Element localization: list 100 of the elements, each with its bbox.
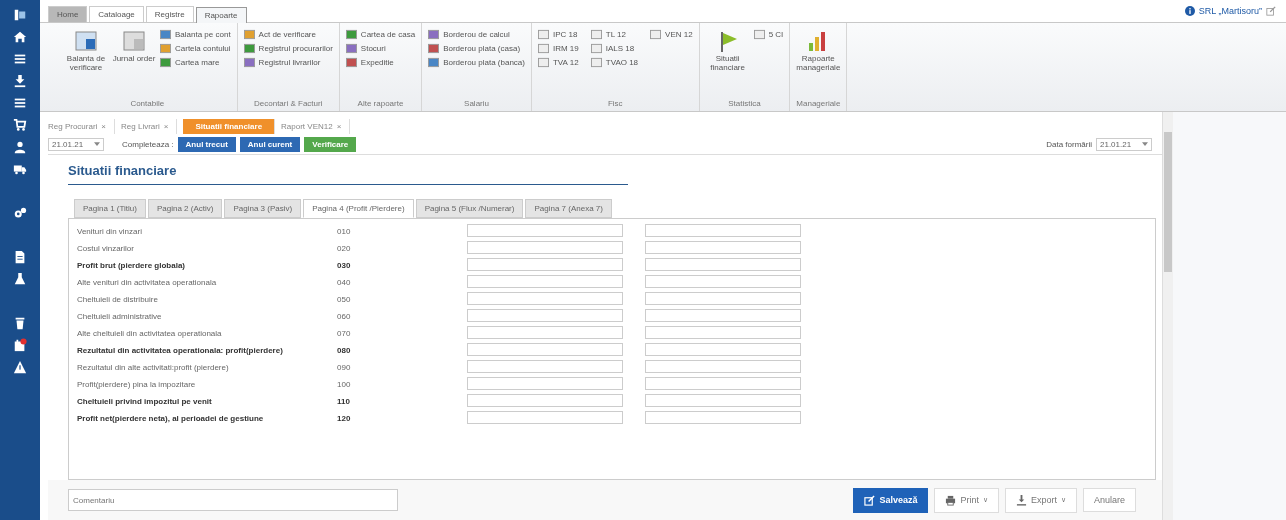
cart-icon[interactable] xyxy=(13,118,27,132)
period-dropdown[interactable]: 21.01.21 xyxy=(48,137,104,151)
input-field[interactable] xyxy=(467,292,623,305)
footer-button[interactable]: Anulare xyxy=(1082,488,1136,512)
ribbon-button[interactable]: TL 12 xyxy=(590,29,639,40)
input-field[interactable] xyxy=(467,343,623,356)
ribbon-button[interactable]: Cartela contului xyxy=(160,43,231,54)
table-icon xyxy=(74,29,98,53)
gears-icon[interactable] xyxy=(13,206,27,220)
input-field[interactable] xyxy=(467,394,623,407)
date-dropdown[interactable]: 21.01.21 xyxy=(1096,137,1152,151)
input-field[interactable] xyxy=(645,326,801,339)
report-icon xyxy=(243,29,255,40)
input-field[interactable] xyxy=(645,241,801,254)
input-field[interactable] xyxy=(645,309,801,322)
report-icon xyxy=(243,43,255,54)
info-icon[interactable] xyxy=(1184,6,1195,16)
save-button[interactable]: Salvează xyxy=(853,487,929,513)
menu-tab[interactable]: Cataloage xyxy=(89,6,144,22)
logo-icon[interactable] xyxy=(13,8,27,22)
menu-tab[interactable]: Rapoarte xyxy=(195,7,247,23)
row-label: Venituri din vinzari xyxy=(77,226,143,236)
ribbon-button[interactable]: IPC 18 xyxy=(537,29,579,40)
document-tab[interactable]: Reg Procurari × xyxy=(48,119,116,134)
ribbon-button[interactable]: Cartea mare xyxy=(160,57,231,68)
input-field[interactable] xyxy=(645,343,801,356)
input-field[interactable] xyxy=(645,377,801,390)
person-icon[interactable] xyxy=(13,140,27,154)
document-tab[interactable]: Reg Livrari × xyxy=(121,119,178,134)
document-icon[interactable] xyxy=(13,250,27,264)
page-tab[interactable]: Pagina 3 (Pasiv) xyxy=(224,199,302,218)
page-tab[interactable]: Pagina 1 (Titlu) xyxy=(74,199,146,218)
edit-icon[interactable] xyxy=(1266,6,1276,16)
scrollbar[interactable] xyxy=(1162,112,1173,520)
input-field[interactable] xyxy=(645,360,801,373)
input-field[interactable] xyxy=(645,224,801,237)
input-field[interactable] xyxy=(467,411,623,424)
ribbon-button[interactable]: Cartea de casa xyxy=(345,29,416,40)
download-icon[interactable] xyxy=(13,74,27,88)
list-icon[interactable] xyxy=(13,96,27,110)
ribbon-button[interactable]: Borderou plata (banca) xyxy=(428,57,525,68)
ribbon-button[interactable]: Stocuri xyxy=(345,43,416,54)
ribbon-button[interactable]: Registrul procurarilor xyxy=(243,43,333,54)
warning-icon[interactable] xyxy=(13,360,27,374)
form-icon xyxy=(590,43,602,54)
input-field[interactable] xyxy=(645,394,801,407)
menu-tab[interactable]: Registre xyxy=(145,6,194,22)
report-icon xyxy=(428,43,440,54)
ribbon-button[interactable]: Registrul livrarilor xyxy=(243,57,333,68)
page-tab[interactable]: Pagina 2 (Activ) xyxy=(147,199,223,218)
calendar-icon[interactable] xyxy=(13,338,27,352)
ribbon-button[interactable]: IALS 18 xyxy=(590,43,639,54)
ribbon-button[interactable]: Expeditie xyxy=(345,57,416,68)
row-label: Cheltuieli administrative xyxy=(77,311,163,321)
list-icon[interactable] xyxy=(13,52,27,66)
page-tab[interactable]: Pagina 7 (Anexa 7) xyxy=(525,199,612,218)
report-icon xyxy=(160,43,171,54)
ribbon-button[interactable]: 5 CI xyxy=(753,29,784,40)
row-code: 050 xyxy=(336,294,352,304)
fill-label: Completeaza : xyxy=(122,139,174,149)
home-icon[interactable] xyxy=(13,30,27,44)
input-field[interactable] xyxy=(467,360,623,373)
form-icon xyxy=(650,29,662,40)
ribbon-button[interactable]: IRM 19 xyxy=(537,43,579,54)
row-label: Cheltuieli de distribuire xyxy=(77,294,159,304)
ribbon-button[interactable]: TVA 12 xyxy=(537,57,579,68)
ribbon-button[interactable]: Borderou plata (casa) xyxy=(428,43,525,54)
ribbon-button[interactable]: Rapoarte manageriale xyxy=(796,29,841,97)
comment-field[interactable]: Comentariu xyxy=(68,489,398,511)
input-field[interactable] xyxy=(645,258,801,271)
input-field[interactable] xyxy=(467,377,623,390)
company-name[interactable]: SRL „Martisoru” xyxy=(1198,6,1262,16)
input-field[interactable] xyxy=(645,292,801,305)
input-field[interactable] xyxy=(645,411,801,424)
row-label: Cheltuieli privind impozitul pe venit xyxy=(77,396,213,406)
toolbar-button[interactable]: Anul trecut xyxy=(177,136,236,152)
input-field[interactable] xyxy=(467,309,623,322)
ribbon-button[interactable]: Balanta pe cont xyxy=(160,29,231,40)
ribbon-button[interactable]: VEN 12 xyxy=(650,29,693,40)
input-field[interactable] xyxy=(467,326,623,339)
ribbon-button[interactable]: Balanta de verificare xyxy=(64,29,108,97)
trash-icon[interactable] xyxy=(13,316,27,330)
document-tab[interactable]: Raport VEN12 × xyxy=(281,119,351,134)
input-field[interactable] xyxy=(645,275,801,288)
caret-icon xyxy=(1142,142,1148,146)
ribbon-button[interactable]: Jurnal order xyxy=(112,29,156,97)
ribbon-button[interactable]: Borderou de calcul xyxy=(428,29,525,40)
ribbon-button[interactable]: TVAO 18 xyxy=(590,57,639,68)
input-field[interactable] xyxy=(467,224,623,237)
page-tab[interactable]: Pagina 5 (Flux /Numerar) xyxy=(415,199,524,218)
ribbon-button[interactable]: Situatii financiare xyxy=(705,29,750,97)
page-tab[interactable]: Pagina 4 (Profit /Pierdere) xyxy=(303,199,414,218)
date-label: Data formării xyxy=(1046,139,1092,149)
ribbon-button[interactable]: Act de verificare xyxy=(243,29,333,40)
input-field[interactable] xyxy=(467,241,623,254)
flask-icon[interactable] xyxy=(13,272,27,286)
toolbar-button[interactable]: Anul curent xyxy=(239,136,301,152)
input-field[interactable] xyxy=(467,258,623,271)
input-field[interactable] xyxy=(467,275,623,288)
menu-tab[interactable]: Home xyxy=(48,6,88,22)
